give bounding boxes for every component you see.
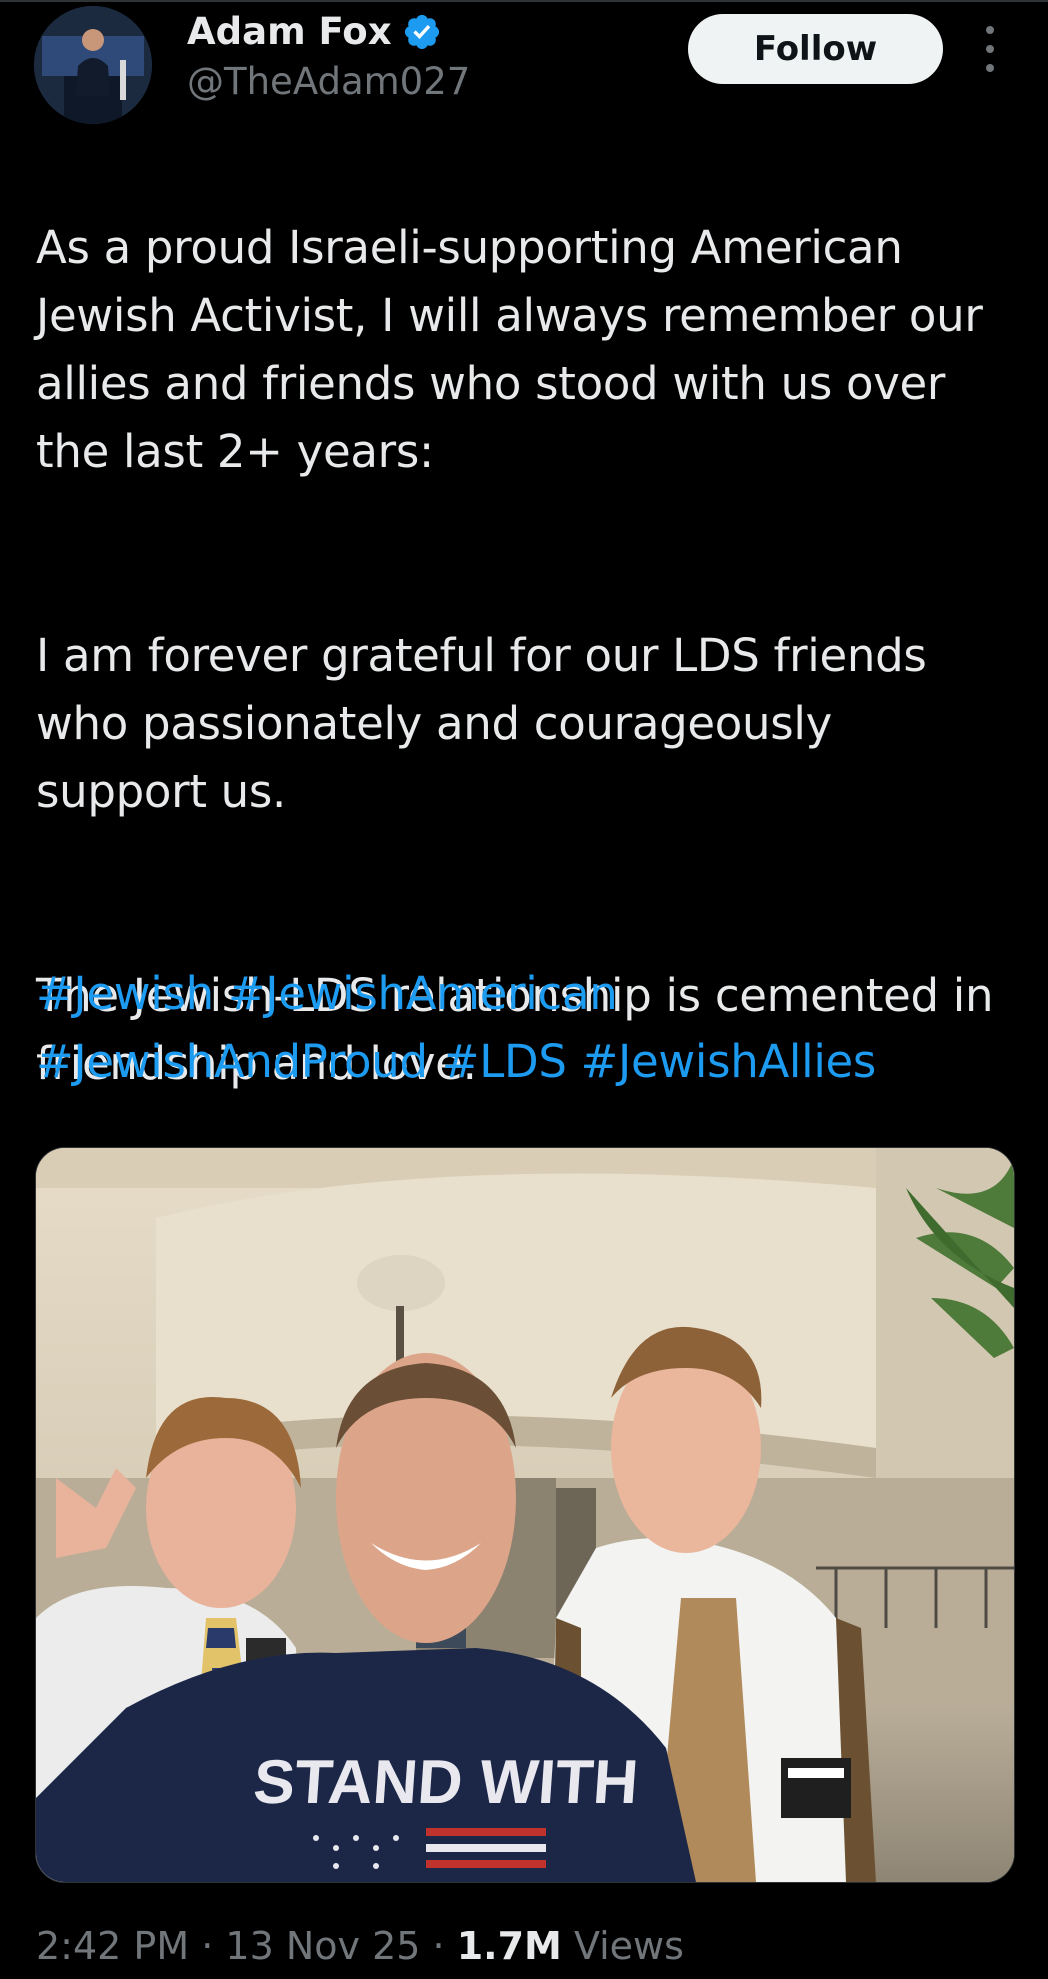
- tweet-meta: 2:42 PM · 13 Nov 25 · 1.7M Views: [36, 1918, 684, 1974]
- more-dot: [986, 45, 994, 53]
- shirt-flag-graphic: [286, 1820, 546, 1882]
- author-handle[interactable]: @TheAdam027: [187, 58, 470, 106]
- views-label: Views: [573, 1924, 684, 1968]
- author-display-name[interactable]: Adam Fox: [187, 8, 392, 56]
- hashtag-link[interactable]: #Jewish: [36, 967, 214, 1020]
- hashtag-list: #Jewish #JewishAmerican #JewishAndProud …: [36, 960, 1026, 1096]
- follow-button[interactable]: Follow: [688, 14, 943, 84]
- tweet-paragraph: I am forever grateful for our LDS friend…: [36, 629, 927, 818]
- views-count: 1.7M: [456, 1924, 562, 1968]
- shirt-text: STAND WITH: [251, 1748, 640, 1817]
- hashtag-link[interactable]: #JewishAmerican: [228, 967, 618, 1020]
- author-avatar[interactable]: [34, 6, 152, 124]
- hashtag-link[interactable]: #LDS: [442, 1035, 567, 1088]
- photo-image: STAND WITH: [36, 1148, 1014, 1882]
- hashtag-link[interactable]: #JewishAndProud: [36, 1035, 428, 1088]
- tweet-time[interactable]: 2:42 PM: [36, 1924, 189, 1968]
- tweet-paragraph: As a proud Israeli-supporting American J…: [36, 221, 983, 478]
- tweet-date[interactable]: 13 Nov 25: [225, 1924, 420, 1968]
- verified-badge-icon: [404, 14, 440, 50]
- tweet-photo[interactable]: STAND WITH: [35, 1147, 1015, 1883]
- hashtag-link[interactable]: #JewishAllies: [581, 1035, 877, 1088]
- more-dot: [986, 64, 994, 72]
- more-dot: [986, 26, 994, 34]
- more-options-icon[interactable]: [976, 26, 1004, 72]
- top-divider: [0, 0, 1048, 2]
- avatar-image: [34, 6, 152, 124]
- meta-separator: ·: [201, 1924, 214, 1968]
- meta-separator: ·: [432, 1924, 445, 1968]
